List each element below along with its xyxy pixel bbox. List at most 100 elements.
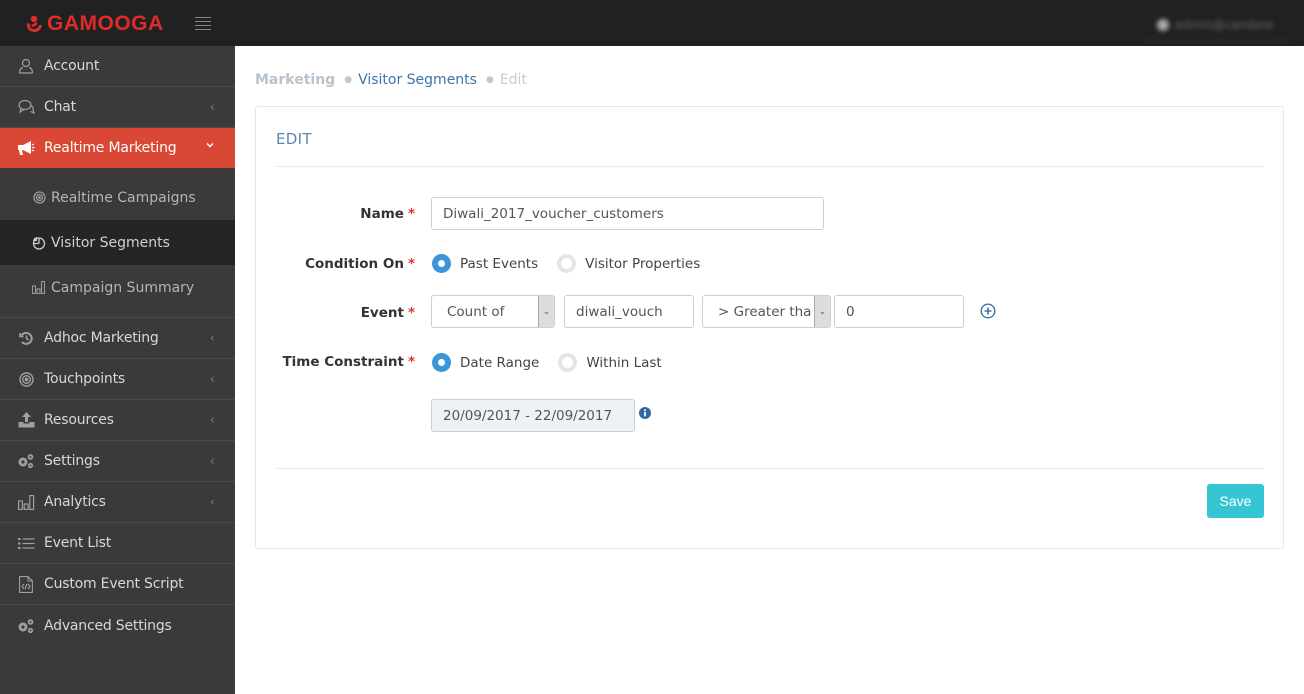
breadcrumb-link-visitor-segments[interactable]: Visitor Segments xyxy=(358,72,477,88)
gears-icon xyxy=(17,452,35,470)
radio-within-last[interactable] xyxy=(558,353,578,372)
chevron-down-icon: ⌄ xyxy=(538,296,554,327)
radio-label-visitor-properties[interactable]: Visitor Properties xyxy=(585,256,700,272)
event-operator-select[interactable]: > Greater tha ⌄ xyxy=(702,295,831,328)
sidebar-item-label: Custom Event Script xyxy=(44,576,184,592)
radio-past-events[interactable] xyxy=(432,254,451,273)
required-marker: * xyxy=(407,256,415,272)
breadcrumb-root[interactable]: Marketing xyxy=(255,72,335,88)
time-constraint-radio-group: Date Range Within Last xyxy=(432,353,681,372)
chevron-down-icon xyxy=(205,139,215,154)
sidebar-item-label: Realtime Marketing xyxy=(44,140,177,156)
sidebar-item-label: Advanced Settings xyxy=(44,617,172,634)
sidebar-subitem-visitor-segments[interactable]: Visitor Segments xyxy=(0,220,235,265)
name-input-value: Diwali_2017_voucher_customers xyxy=(443,205,664,222)
upload-icon xyxy=(17,411,35,429)
sidebar-subitem-label: Visitor Segments xyxy=(51,234,170,251)
radio-label-date-range[interactable]: Date Range xyxy=(460,355,539,371)
sidebar-item-event-list[interactable]: Event List xyxy=(0,523,235,564)
chevron-left-icon: ‹ xyxy=(209,413,215,428)
sidebar-item-resources[interactable]: Resources ‹ xyxy=(0,400,235,441)
sidebar-item-label: Adhoc Marketing xyxy=(44,330,159,346)
target-icon xyxy=(32,191,46,205)
sidebar-item-custom-event-script[interactable]: Custom Event Script xyxy=(0,564,235,605)
sidebar: Account Chat ‹ Realtime Marketing Realti… xyxy=(0,46,235,694)
add-condition-icon[interactable] xyxy=(980,303,996,319)
sidebar-item-analytics[interactable]: Analytics ‹ xyxy=(0,482,235,523)
sidebar-item-chat[interactable]: Chat ‹ xyxy=(0,87,235,128)
info-icon[interactable] xyxy=(639,407,651,419)
save-button[interactable]: Save xyxy=(1207,484,1264,518)
sidebar-subitem-campaign-summary[interactable]: Campaign Summary xyxy=(0,265,235,310)
breadcrumb-separator: ● xyxy=(485,75,494,85)
chevron-left-icon: ‹ xyxy=(209,372,215,387)
bar-chart-icon xyxy=(17,493,35,511)
sidebar-item-realtime-marketing[interactable]: Realtime Marketing xyxy=(0,128,235,168)
event-name-value: diwali_vouch xyxy=(576,303,663,320)
card-header-divider xyxy=(276,166,1264,167)
required-marker: * xyxy=(407,305,415,321)
event-value-input[interactable]: 0 xyxy=(834,295,964,328)
breadcrumb: Marketing ● Visitor Segments ● Edit xyxy=(255,72,527,88)
required-marker: * xyxy=(407,206,415,222)
radio-date-range[interactable] xyxy=(432,353,451,372)
radio-visitor-properties[interactable] xyxy=(557,254,577,273)
radio-label-within-last[interactable]: Within Last xyxy=(586,355,661,371)
gears-icon xyxy=(17,617,35,635)
sidebar-item-label: Account xyxy=(44,58,100,74)
list-icon xyxy=(17,534,35,552)
sidebar-item-adhoc-marketing[interactable]: Adhoc Marketing ‹ xyxy=(0,318,235,359)
sidebar-item-label: Event List xyxy=(44,535,112,551)
chevron-down-icon: ⌄ xyxy=(814,296,830,327)
brand-logo[interactable]: GAMOOGA xyxy=(24,12,164,36)
condition-on-radio-group: Past Events Visitor Properties xyxy=(432,254,719,273)
sidebar-item-advanced-settings[interactable]: Advanced Settings xyxy=(0,605,235,646)
form-footer-divider xyxy=(276,468,1264,469)
breadcrumb-current: Edit xyxy=(499,72,527,88)
chevron-left-icon: ‹ xyxy=(209,454,215,469)
menu-toggle-icon[interactable] xyxy=(195,17,211,30)
sidebar-item-label: Chat xyxy=(44,99,76,115)
brand-name: GAMOOGA xyxy=(47,12,164,35)
radio-label-past-events[interactable]: Past Events xyxy=(460,256,538,272)
event-value: 0 xyxy=(846,303,855,320)
date-range-input[interactable]: 20/09/2017 - 22/09/2017 xyxy=(431,399,635,432)
edit-segment-card: EDIT Name * Diwali_2017_voucher_customers… xyxy=(255,106,1284,549)
required-marker: * xyxy=(407,354,415,370)
breadcrumb-separator: ● xyxy=(344,75,353,85)
chevron-left-icon: ‹ xyxy=(209,331,215,346)
date-range-value: 20/09/2017 - 22/09/2017 xyxy=(443,407,613,424)
chevron-left-icon: ‹ xyxy=(209,495,215,510)
gamooga-logo-icon xyxy=(26,15,42,32)
sidebar-item-label: Touchpoints xyxy=(44,371,125,387)
sidebar-item-label: Settings xyxy=(44,453,100,469)
event-aggregate-value: Count of xyxy=(447,303,505,320)
sidebar-subitem-label: Realtime Campaigns xyxy=(51,189,196,206)
sidebar-item-settings[interactable]: Settings ‹ xyxy=(0,441,235,482)
sidebar-item-label: Resources xyxy=(44,412,114,428)
event-operator-value: > Greater tha xyxy=(718,303,812,320)
sidebar-item-account[interactable]: Account xyxy=(0,46,235,87)
event-label: Event * xyxy=(360,305,415,321)
megaphone-icon xyxy=(17,139,35,157)
event-aggregate-select[interactable]: Count of ⌄ xyxy=(431,295,555,328)
bar-chart-icon xyxy=(32,281,46,295)
code-file-icon xyxy=(17,575,35,593)
pie-chart-icon xyxy=(32,236,46,250)
sidebar-item-label: Analytics xyxy=(44,494,106,510)
target-icon xyxy=(17,370,35,388)
time-constraint-label: Time Constraint * xyxy=(282,354,415,370)
sidebar-item-touchpoints[interactable]: Touchpoints ‹ xyxy=(0,359,235,400)
sidebar-subitem-realtime-campaigns[interactable]: Realtime Campaigns xyxy=(0,175,235,220)
realtime-marketing-submenu: Realtime Campaigns Visitor Segments Camp… xyxy=(0,168,235,318)
user-menu[interactable]: admin@candare xyxy=(1145,10,1289,40)
chat-icon xyxy=(17,98,35,116)
user-icon xyxy=(17,57,35,75)
chevron-left-icon: ‹ xyxy=(209,100,215,115)
event-name-input[interactable]: diwali_vouch xyxy=(564,295,694,328)
name-input[interactable]: Diwali_2017_voucher_customers xyxy=(431,197,824,230)
avatar xyxy=(1157,18,1169,31)
history-icon xyxy=(17,329,35,347)
sidebar-subitem-label: Campaign Summary xyxy=(51,279,195,296)
user-name: admin@candare xyxy=(1175,17,1274,32)
